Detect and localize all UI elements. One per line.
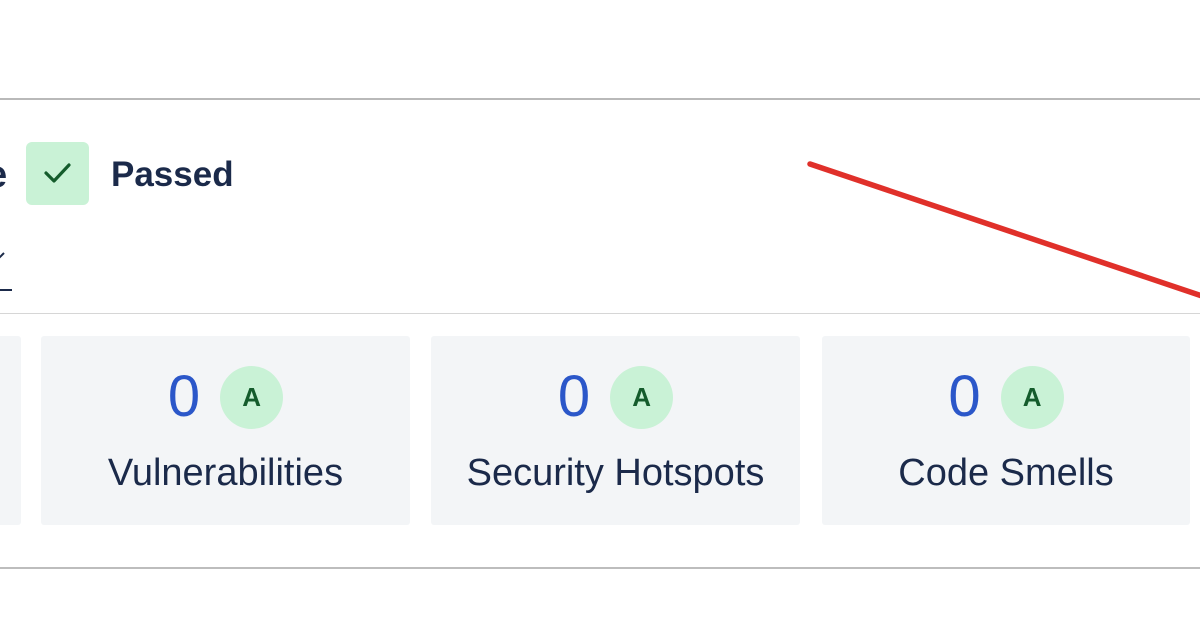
metric-header: 0 A — [41, 362, 410, 432]
code-smells-label: Code Smells — [898, 452, 1114, 494]
annotation-arrow — [807, 161, 1200, 299]
bottom-divider — [0, 567, 1200, 569]
quality-gate-status-label: Passed — [111, 155, 234, 194]
metric-card-vulnerabilities[interactable]: 0 A Vulnerabilities — [41, 336, 410, 525]
metric-header: 0 A — [431, 362, 800, 432]
metric-header: 0 A — [822, 362, 1190, 432]
check-icon — [44, 163, 71, 183]
metric-card-security-hotspots[interactable]: 0 A Security Hotspots — [431, 336, 800, 525]
vulnerabilities-label: Vulnerabilities — [107, 452, 344, 494]
security-hotspots-rating-badge[interactable]: A — [610, 365, 674, 429]
quality-gate-title-fragment: e — [0, 153, 7, 197]
quality-gate-status-badge — [26, 142, 89, 205]
code-smells-rating-badge[interactable]: A — [1000, 365, 1064, 429]
metric-card-code-smells[interactable]: 0 A Code Smells — [822, 336, 1190, 525]
vulnerabilities-count[interactable]: 0 — [168, 364, 200, 430]
vulnerabilities-rating-badge[interactable]: A — [220, 365, 284, 429]
top-divider — [0, 98, 1200, 100]
middle-divider — [0, 313, 1200, 314]
truncated-link-icon[interactable] — [0, 248, 12, 292]
code-smells-count[interactable]: 0 — [948, 364, 980, 430]
security-hotspots-label: Security Hotspots — [466, 452, 765, 494]
metric-card-partial[interactable] — [0, 336, 21, 525]
security-hotspots-count[interactable]: 0 — [558, 364, 590, 430]
